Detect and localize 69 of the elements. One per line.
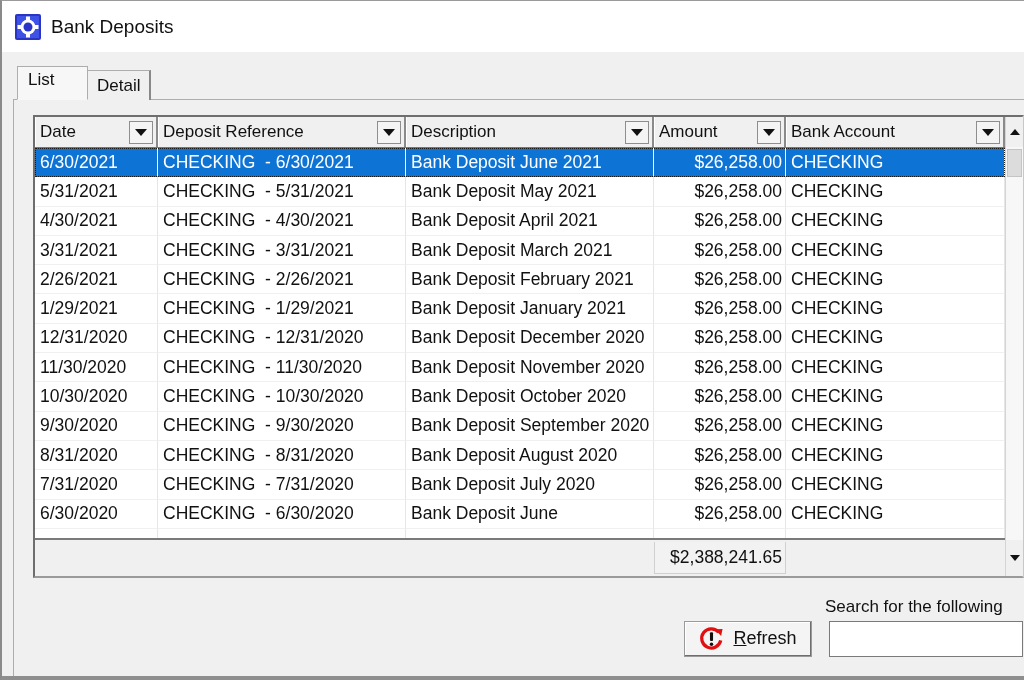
table-cell: $26,258.00 — [654, 499, 786, 529]
search-field[interactable] — [829, 620, 1023, 657]
table-row[interactable]: 3/31/2021 CHECKING - 3/31/2021 Bank Deposit March 2021 $26,258.00 CHECKING — [35, 235, 1005, 266]
column-filter-button[interactable] — [757, 120, 781, 144]
column-title: Deposit Reference — [163, 122, 304, 142]
table-cell: CHECKING - 4/30/2021 — [158, 206, 406, 236]
tab[interactable]: Detail — [88, 70, 152, 100]
table-row[interactable]: 1/29/2021 CHECKING - 1/29/2021 Bank Deposit January 2021 $26,258.00 CHECKING — [35, 294, 1005, 324]
table-cell: CHECKING - 7/31/2020 — [158, 470, 406, 500]
triangle-down-icon — [1009, 554, 1020, 561]
search-label: Search for the following — [825, 596, 1004, 617]
column-title: Amount — [659, 122, 718, 142]
table-row[interactable]: 12/31/2020 CHECKING - 12/31/2020 Bank Deposit December 2020 $26,258.00 CHECKING — [35, 323, 1005, 354]
table-cell: Bank Deposit January 2021 — [406, 294, 654, 324]
caret-icon — [763, 128, 775, 136]
gear-tile-icon — [15, 13, 41, 40]
table-row[interactable]: 11/30/2020 CHECKING - 11/30/2020 Bank Deposit November 2020 $26,258.00 CHECKING — [35, 353, 1005, 383]
caret-icon — [383, 128, 395, 136]
table-row[interactable]: 5/31/2021 CHECKING - 5/31/2021 Bank Deposit May 2021 $26,258.00 CHECKING — [35, 177, 1005, 207]
caret-icon — [982, 128, 994, 136]
table-cell: $26,258.00 — [654, 411, 786, 441]
table-cell: 4/30/2021 — [35, 206, 158, 236]
table-row[interactable]: 4/30/2021 CHECKING - 4/30/2021 Bank Deposit April 2021 $26,258.00 CHECKING — [35, 206, 1005, 236]
vertical-scrollbar[interactable] — [1005, 117, 1023, 576]
table-cell: 10/30/2020 — [35, 382, 158, 412]
table-row[interactable]: 8/31/2020 CHECKING - 8/31/2020 Bank Deposit August 2020 $26,258.00 CHECKING — [35, 440, 1005, 471]
table-cell: Bank Deposit July 2020 — [406, 470, 654, 500]
table-cell: CHECKING - 9/30/2020 — [158, 411, 406, 441]
column-title: Date — [40, 122, 76, 142]
circular-arrow-icon — [699, 626, 725, 652]
table-cell: $26,258.00 — [654, 382, 786, 412]
scrollbar-thumb[interactable] — [1007, 149, 1022, 177]
table-cell: Bank Deposit June — [406, 499, 654, 529]
table-cell: Bank Deposit October 2020 — [406, 382, 654, 412]
tab[interactable]: List — [17, 66, 88, 100]
table-cell: CHECKING - 5/31/2021 — [158, 177, 406, 207]
table-cell: 7/31/2020 — [35, 470, 158, 500]
table-row[interactable]: 6/30/2021 CHECKING - 6/30/2021 Bank Deposit June 2021 $26,258.00 CHECKING — [35, 148, 1005, 178]
column-title: Bank Account — [791, 122, 895, 142]
table-cell: $26,258.00 — [654, 177, 786, 207]
table-row[interactable]: 10/30/2020 CHECKING - 10/30/2020 Bank Deposit October 2020 $26,258.00 CHECKING — [35, 382, 1005, 412]
table-cell: CHECKING - 6/30/2020 — [158, 499, 406, 529]
table-cell: 1/29/2021 — [35, 294, 158, 324]
table-row[interactable]: 7/31/2020 CHECKING - 7/31/2020 Bank Deposit July 2020 $26,258.00 CHECKING — [35, 470, 1005, 500]
column-title: Description — [411, 122, 497, 142]
column-filter-button[interactable] — [625, 120, 649, 144]
table-cell: $26,258.00 — [654, 294, 786, 324]
caret-icon — [631, 128, 643, 136]
table-cell: 5/31/2021 — [35, 177, 158, 207]
column-filter-button[interactable] — [976, 120, 1000, 144]
column-filter-button[interactable] — [377, 120, 401, 144]
table-row[interactable]: 6/30/2020 CHECKING - 6/30/2020 Bank Deposit June $26,258.00 CHECKING — [35, 499, 1005, 529]
column-filter-button[interactable] — [129, 120, 153, 144]
table-cell: Bank Deposit April 2021 — [406, 206, 654, 236]
table-row[interactable]: 9/30/2020 CHECKING - 9/30/2020 Bank Deposit September 2020 $26,258.00 CHECKING — [35, 411, 1005, 441]
table-cell: 6/30/2020 — [35, 499, 158, 529]
table-row[interactable]: 2/26/2021 CHECKING - 2/26/2021 Bank Deposit February 2021 $26,258.00 CHECKING — [35, 265, 1005, 295]
caret-icon — [135, 128, 147, 136]
table-cell: CHECKING - 1/29/2021 — [158, 294, 406, 324]
table-cell: 9/30/2020 — [35, 411, 158, 441]
table-cell: Bank Deposit May 2021 — [406, 177, 654, 207]
table-cell: CHECKING - 10/30/2020 — [158, 382, 406, 412]
triangle-up-icon — [1009, 129, 1020, 135]
table-cell: Bank Deposit September 2020 — [406, 411, 654, 441]
table-cell: $26,258.00 — [654, 206, 786, 236]
refresh-button[interactable]: Refresh — [684, 620, 812, 657]
total-amount: $2,388,241.65 — [654, 541, 786, 574]
window-title: Bank Deposits — [51, 15, 174, 38]
table-cell: $26,258.00 — [654, 470, 786, 500]
